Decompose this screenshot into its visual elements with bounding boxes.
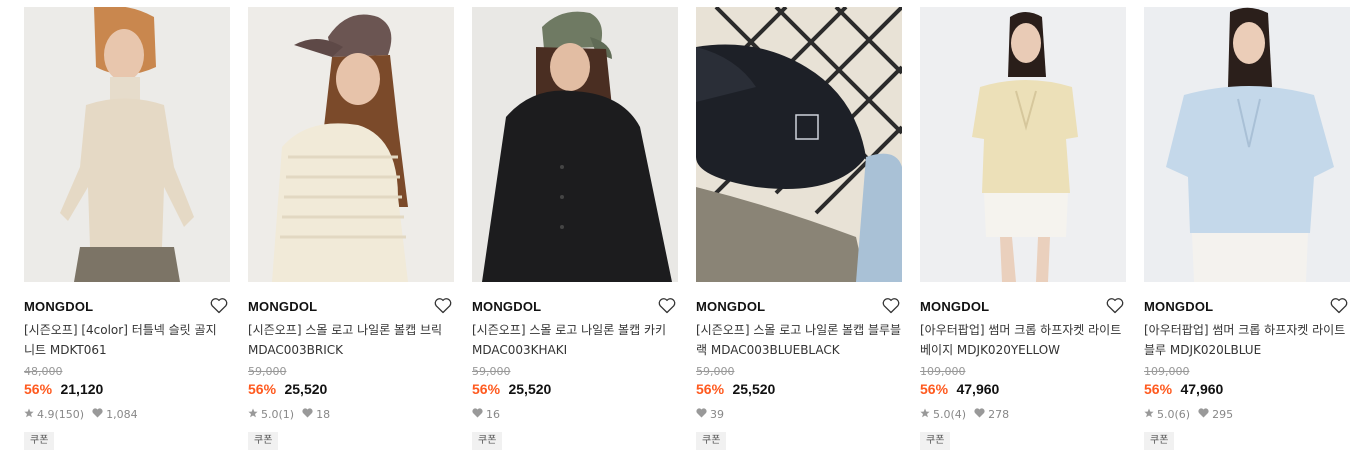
star-icon xyxy=(1144,408,1154,422)
review-count: (4) xyxy=(950,408,967,421)
brand-name[interactable]: MONGDOL xyxy=(24,299,93,314)
original-price: 48,000 xyxy=(24,365,63,378)
original-price: 109,000 xyxy=(920,365,966,378)
review-count: (150) xyxy=(54,408,85,421)
review-count: (1) xyxy=(278,408,295,421)
original-price: 109,000 xyxy=(1144,365,1190,378)
product-card[interactable]: MONGDOL [아우터팝업] 썸머 크롭 하프자켓 라이트베이지 MDJK02… xyxy=(920,7,1126,457)
sale-price: 47,960 xyxy=(956,381,1000,397)
discount-rate: 56% xyxy=(1144,381,1173,397)
star-icon xyxy=(248,408,258,422)
like-count: 39 xyxy=(710,408,724,421)
review-meta: 5.0 (4) 278 xyxy=(920,408,1126,422)
wishlist-heart-icon[interactable] xyxy=(434,297,452,314)
rating-value: 5.0 xyxy=(933,408,951,421)
product-title[interactable]: [아우터팝업] 썸머 크롭 하프자켓 라이트블루 MDJK020LBLUE xyxy=(1144,320,1350,360)
brand-name[interactable]: MONGDOL xyxy=(248,299,317,314)
product-photo-jacket-lightblue xyxy=(1144,7,1350,282)
wishlist-heart-icon[interactable] xyxy=(210,297,228,314)
price-row: 56% 25,520 xyxy=(248,379,454,399)
heart-filled-icon xyxy=(974,408,985,422)
heart-filled-icon xyxy=(302,408,313,422)
product-title[interactable]: [시즌오프] [4color] 터틀넥 슬릿 골지 니트 MDKT061 xyxy=(24,320,230,360)
sale-price: 25,520 xyxy=(732,381,776,397)
coupon-badge: 쿠폰 xyxy=(696,432,727,450)
original-price: 59,000 xyxy=(696,365,735,378)
original-price: 59,000 xyxy=(472,365,511,378)
price-row: 56% 21,120 xyxy=(24,379,230,399)
discount-rate: 56% xyxy=(24,381,53,397)
like-count: 295 xyxy=(1212,408,1234,421)
wishlist-heart-icon[interactable] xyxy=(658,297,676,314)
product-title[interactable]: [아우터팝업] 썸머 크롭 하프자켓 라이트베이지 MDJK020YELLOW xyxy=(920,320,1126,360)
discount-rate: 56% xyxy=(248,381,277,397)
review-meta: 4.9 (150) 1,084 xyxy=(24,408,230,422)
sale-price: 25,520 xyxy=(284,381,328,397)
brand-name[interactable]: MONGDOL xyxy=(1144,299,1213,314)
heart-filled-icon xyxy=(1198,408,1209,422)
review-meta: 16 xyxy=(472,408,678,422)
product-image[interactable] xyxy=(248,7,454,282)
product-title[interactable]: [시즌오프] 스몰 로고 나일론 볼캡 카키 MDAC003KHAKI xyxy=(472,320,678,360)
price-row: 56% 25,520 xyxy=(696,379,902,399)
discount-rate: 56% xyxy=(696,381,725,397)
rating-value: 5.0 xyxy=(1157,408,1175,421)
review-meta: 5.0 (6) 295 xyxy=(1144,408,1350,422)
product-image[interactable] xyxy=(1144,7,1350,282)
review-meta: 5.0 (1) 18 xyxy=(248,408,454,422)
product-photo-cap-khaki xyxy=(472,7,678,282)
like-count: 18 xyxy=(316,408,331,421)
brand-name[interactable]: MONGDOL xyxy=(472,299,541,314)
star-icon xyxy=(920,408,930,422)
product-grid: MONGDOL [시즌오프] [4color] 터틀넥 슬릿 골지 니트 MDK… xyxy=(0,0,1354,461)
wishlist-heart-icon[interactable] xyxy=(1106,297,1124,314)
product-photo-cap-blueblack xyxy=(696,7,902,282)
heart-filled-icon xyxy=(472,408,483,422)
wishlist-heart-icon[interactable] xyxy=(1330,297,1348,314)
like-count: 278 xyxy=(988,408,1010,421)
like-count: 16 xyxy=(486,408,500,421)
review-meta: 39 xyxy=(696,408,902,422)
review-count: (6) xyxy=(1174,408,1191,421)
coupon-badge: 쿠폰 xyxy=(920,432,951,450)
price-row: 56% 47,960 xyxy=(920,379,1126,399)
product-image[interactable] xyxy=(920,7,1126,282)
heart-filled-icon xyxy=(696,408,707,422)
original-price: 59,000 xyxy=(248,365,287,378)
sale-price: 25,520 xyxy=(508,381,552,397)
product-title[interactable]: [시즌오프] 스몰 로고 나일론 볼캡 브릭 MDAC003BRICK xyxy=(248,320,454,360)
star-icon xyxy=(24,408,34,422)
product-photo-jacket-beige xyxy=(920,7,1126,282)
discount-rate: 56% xyxy=(920,381,949,397)
product-title[interactable]: [시즌오프] 스몰 로고 나일론 볼캡 블루블랙 MDAC003BLUEBLAC… xyxy=(696,320,902,360)
wishlist-heart-icon[interactable] xyxy=(882,297,900,314)
product-photo-cap-brick xyxy=(248,7,454,282)
brand-name[interactable]: MONGDOL xyxy=(696,299,765,314)
discount-rate: 56% xyxy=(472,381,501,397)
brand-name[interactable]: MONGDOL xyxy=(920,299,989,314)
product-card[interactable]: MONGDOL [시즌오프] 스몰 로고 나일론 볼캡 브릭 MDAC003BR… xyxy=(248,7,454,457)
sale-price: 47,960 xyxy=(1180,381,1224,397)
rating-value: 5.0 xyxy=(261,408,279,421)
coupon-badge: 쿠폰 xyxy=(1144,432,1175,450)
coupon-badge: 쿠폰 xyxy=(472,432,503,450)
price-row: 56% 25,520 xyxy=(472,379,678,399)
heart-filled-icon xyxy=(92,408,103,422)
sale-price: 21,120 xyxy=(60,381,104,397)
like-count: 1,084 xyxy=(106,408,138,421)
product-image[interactable] xyxy=(472,7,678,282)
product-card[interactable]: MONGDOL [시즌오프] 스몰 로고 나일론 볼캡 카키 MDAC003KH… xyxy=(472,7,678,457)
product-card[interactable]: MONGDOL [아우터팝업] 썸머 크롭 하프자켓 라이트블루 MDJK020… xyxy=(1144,7,1350,457)
price-row: 56% 47,960 xyxy=(1144,379,1350,399)
product-image[interactable] xyxy=(696,7,902,282)
rating-value: 4.9 xyxy=(37,408,55,421)
product-card[interactable]: MONGDOL [시즌오프] 스몰 로고 나일론 볼캡 블루블랙 MDAC003… xyxy=(696,7,902,457)
product-image[interactable] xyxy=(24,7,230,282)
coupon-badge: 쿠폰 xyxy=(248,432,279,450)
product-photo-turtleneck xyxy=(24,7,230,282)
product-card[interactable]: MONGDOL [시즌오프] [4color] 터틀넥 슬릿 골지 니트 MDK… xyxy=(24,7,230,457)
coupon-badge: 쿠폰 xyxy=(24,432,55,450)
